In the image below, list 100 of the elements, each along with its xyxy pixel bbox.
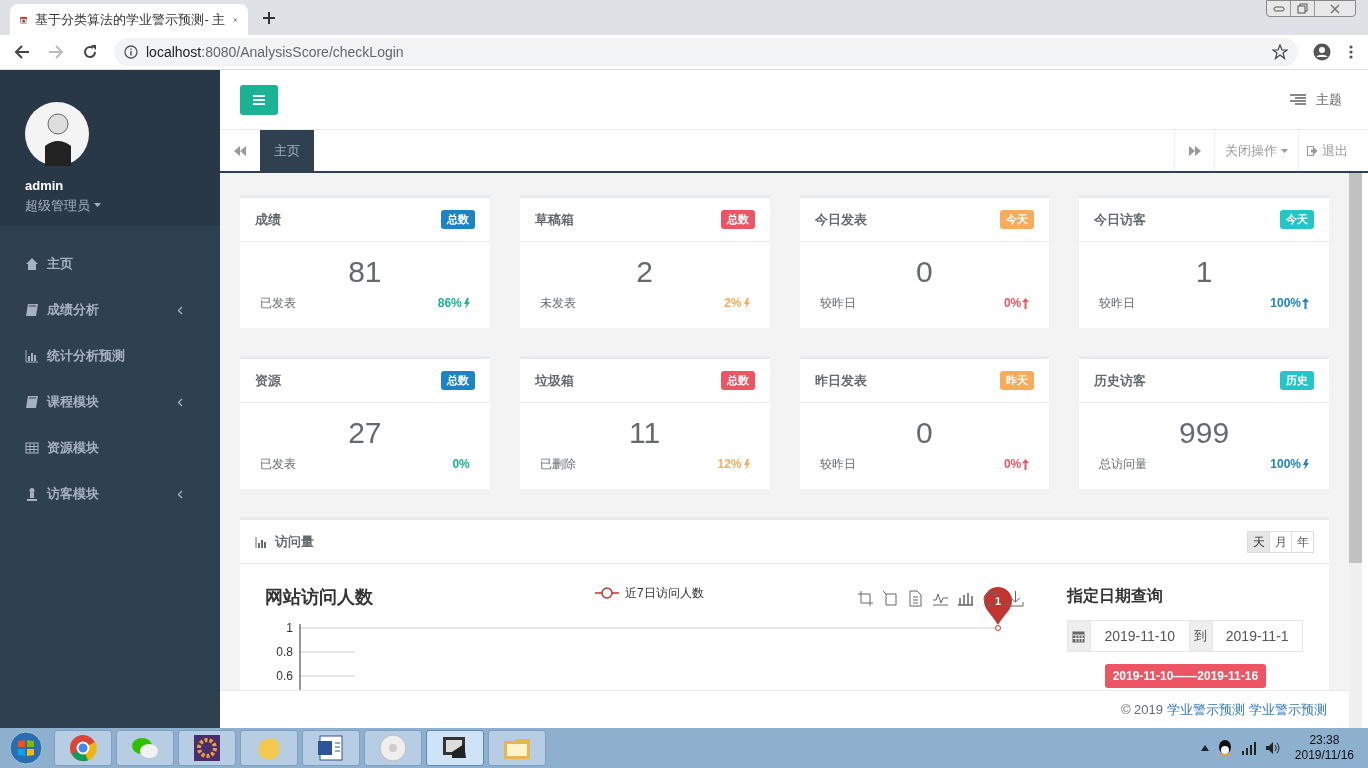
- stat-note: 较昨日: [819, 295, 856, 312]
- taskbar-button[interactable]: [178, 730, 236, 766]
- caret-icon: [94, 203, 101, 208]
- y-axis-label: 1: [286, 621, 293, 635]
- chevron-left-icon: [177, 305, 183, 315]
- sidebar-item[interactable]: 访客模块: [0, 471, 220, 517]
- double-right-icon: [1188, 145, 1201, 156]
- stat-change: 0%: [452, 456, 470, 473]
- restore-icon: [1297, 3, 1308, 14]
- stat-note: 未发表: [539, 295, 576, 312]
- taskbar-button[interactable]: [426, 730, 484, 766]
- sidebar-item[interactable]: 资源模块: [0, 425, 220, 471]
- arrow-up-icon: [1022, 297, 1030, 309]
- card-title: 垃圾箱: [534, 371, 574, 390]
- menu-toggle-button[interactable]: [240, 84, 278, 115]
- range-toggle[interactable]: 天: [1247, 530, 1270, 553]
- signal-icon[interactable]: [1240, 741, 1257, 755]
- double-left-icon: [234, 145, 246, 156]
- stat-value: 0: [916, 254, 933, 290]
- stat-value: 27: [348, 415, 382, 451]
- stat-note: 已删除: [539, 456, 576, 473]
- panel-title: 访问量: [275, 532, 314, 551]
- card-title: 昨日发表: [814, 371, 867, 390]
- logout-button[interactable]: 退出: [1298, 130, 1368, 171]
- copyright-text: © 2019: [1120, 700, 1163, 719]
- browser-tab[interactable]: 基于分类算法的学业警示预测- 主: [10, 4, 248, 35]
- sidebar-item[interactable]: 统计分析预测: [0, 333, 220, 379]
- query-title: 指定日期查询: [1066, 586, 1164, 606]
- card-title: 成绩: [255, 210, 281, 229]
- sidebar-item[interactable]: 课程模块: [0, 379, 220, 425]
- caret-up-icon[interactable]: [1200, 745, 1209, 751]
- arrow-up-icon: [1302, 297, 1309, 309]
- table-icon: [25, 441, 39, 455]
- stat-value: 11: [629, 415, 661, 451]
- avatar-icon: [25, 102, 89, 166]
- close-icon: [1329, 3, 1341, 14]
- card-badge: 总数: [440, 210, 475, 229]
- stat-change: 2%: [724, 294, 750, 312]
- theme-button[interactable]: 主题: [1290, 89, 1342, 110]
- account-button[interactable]: [1312, 42, 1332, 62]
- page-tab[interactable]: 主页: [260, 130, 314, 171]
- bar-chart-icon: [25, 349, 39, 363]
- stat-value: 1: [1195, 254, 1213, 290]
- chart-title: 网站访问人数: [265, 586, 373, 609]
- document-icon: [316, 733, 346, 763]
- card-badge: 今天: [1280, 210, 1314, 229]
- stat-change: 0%: [1003, 455, 1030, 473]
- menu-icon: [253, 94, 265, 105]
- y-axis-label: 0.8: [276, 645, 293, 659]
- range-toggle[interactable]: 年: [1291, 530, 1314, 553]
- book-icon: [25, 303, 39, 317]
- end-date-field[interactable]: 2019-11-1: [1212, 620, 1303, 652]
- legend-label: 近7日访问人数: [625, 585, 704, 602]
- clock[interactable]: 23:38 2019/11/16: [1294, 733, 1354, 763]
- range-toggle[interactable]: 月: [1269, 530, 1292, 553]
- bolt-icon: [742, 458, 750, 470]
- start-date-field[interactable]: 2019-11-10: [1090, 620, 1189, 652]
- stat-change: 0%: [1003, 294, 1030, 312]
- speaker-icon[interactable]: [1264, 741, 1281, 755]
- stat-value: 81: [348, 254, 382, 290]
- footer-link[interactable]: 学业警示预测: [1167, 699, 1245, 720]
- refresh-icon[interactable]: [982, 590, 999, 607]
- close-operations-dropdown[interactable]: 关闭操作: [1214, 130, 1298, 171]
- list-icon: [1290, 93, 1306, 106]
- sidebar-item[interactable]: 成绩分析: [0, 287, 220, 333]
- home-icon: [25, 257, 39, 271]
- marker-label: 1: [994, 595, 1002, 607]
- card-title: 历史访客: [1094, 371, 1147, 390]
- scrollbar[interactable]: [1349, 173, 1362, 728]
- user-icon: [25, 487, 39, 501]
- sidebar-item[interactable]: 主页: [0, 241, 220, 287]
- taskbar-button[interactable]: [302, 730, 360, 766]
- arrow-up-icon: [1022, 458, 1030, 470]
- stat-note: 较昨日: [1099, 295, 1136, 312]
- card-badge: 昨天: [1000, 371, 1035, 390]
- url-text: localhost:8080/AnalysisScore/checkLogin: [146, 42, 404, 62]
- address-field[interactable]: localhost:8080/AnalysisScore/checkLogin: [114, 38, 1298, 66]
- card-title: 资源: [255, 371, 281, 390]
- gear-icon: [192, 733, 222, 763]
- role-dropdown[interactable]: 超级管理员: [25, 195, 101, 215]
- card-title: 今日发表: [814, 210, 867, 229]
- range-separator: 到: [1188, 620, 1213, 652]
- bolt-icon: [462, 297, 470, 309]
- user-icon: [1313, 43, 1331, 61]
- stat-value: 0: [916, 415, 933, 451]
- star-icon[interactable]: [1272, 44, 1288, 60]
- stat-note: 已发表: [260, 456, 296, 473]
- minimize-icon: [1272, 5, 1285, 12]
- penguin-icon[interactable]: [1216, 739, 1233, 757]
- bar-chart-icon: [255, 535, 269, 548]
- zoom-icon[interactable]: [857, 590, 874, 607]
- tab-title: 基于分类算法的学业警示预测- 主: [35, 10, 226, 29]
- download-icon[interactable]: [1007, 590, 1024, 607]
- document-icon[interactable]: [907, 590, 924, 607]
- stat-change: 100%: [1270, 455, 1309, 473]
- bar-chart-icon[interactable]: [957, 590, 974, 607]
- footer-link[interactable]: 学业警示预测: [1249, 699, 1327, 720]
- legend-marker-icon: [595, 587, 619, 599]
- card-badge: 总数: [440, 371, 475, 390]
- undo-zoom-icon[interactable]: [882, 590, 899, 607]
